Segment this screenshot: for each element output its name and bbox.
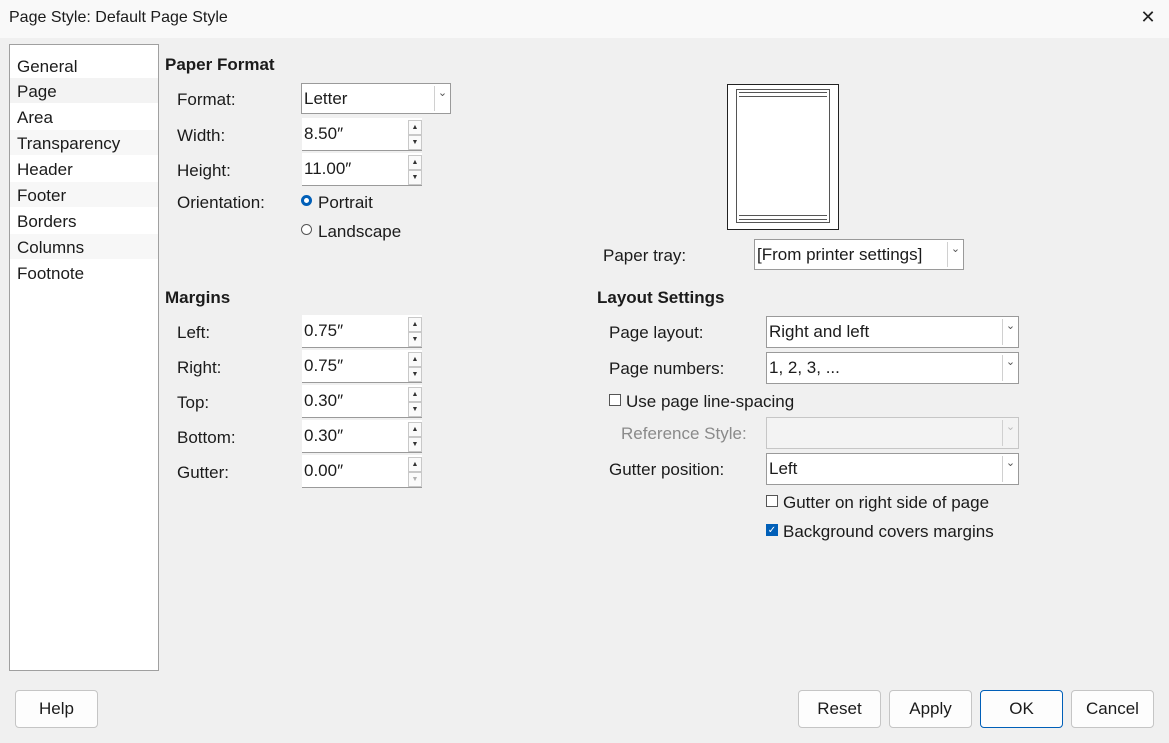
format-select[interactable]: Letter ⌄ — [301, 83, 451, 114]
help-button[interactable]: Help — [15, 690, 98, 728]
cancel-button[interactable]: Cancel — [1071, 690, 1154, 728]
page-layout-label: Page layout: — [609, 323, 704, 342]
spin-up-icon[interactable]: ▲ — [408, 422, 422, 437]
preview-margin-line — [739, 92, 827, 93]
format-label: Format: — [177, 90, 236, 109]
left-margin-value: 0.75″ — [304, 321, 344, 340]
chevron-down-icon[interactable]: ⌄ — [1002, 456, 1018, 482]
spin-up-icon[interactable]: ▲ — [408, 457, 422, 472]
width-spinfield[interactable]: 8.50″ ▲ ▼ — [302, 118, 422, 151]
window-title: Page Style: Default Page Style — [9, 9, 228, 26]
top-margin-spinfield[interactable]: 0.30″ ▲ ▼ — [302, 385, 422, 418]
spin-down-icon[interactable]: ▼ — [408, 170, 422, 185]
spin-down-icon[interactable]: ▼ — [408, 367, 422, 382]
chevron-down-icon[interactable]: ⌄ — [1002, 319, 1018, 345]
chevron-down-icon[interactable]: ⌄ — [434, 86, 450, 111]
format-value: Letter — [304, 89, 348, 108]
page-preview — [727, 84, 839, 230]
close-icon[interactable]: ✕ — [1139, 7, 1157, 27]
chevron-down-icon[interactable]: ⌄ — [1002, 355, 1018, 381]
sidebar-item-transparency[interactable]: Transparency — [10, 130, 158, 155]
sidebar-item-area[interactable]: Area — [10, 104, 158, 129]
apply-button[interactable]: Apply — [889, 690, 972, 728]
height-label: Height: — [177, 161, 231, 180]
spin-up-icon[interactable]: ▲ — [408, 120, 422, 135]
gutter-right-label[interactable]: Gutter on right side of page — [783, 493, 989, 513]
gutter-value: 0.00″ — [304, 461, 344, 480]
landscape-radio[interactable] — [301, 224, 312, 235]
orientation-label: Orientation: — [177, 193, 265, 212]
gutter-position-value: Left — [769, 459, 798, 478]
height-spinfield[interactable]: 11.00″ ▲ ▼ — [302, 153, 422, 186]
bottom-margin-value: 0.30″ — [304, 426, 344, 445]
sidebar-item-borders[interactable]: Borders — [10, 208, 158, 233]
chevron-down-icon: ⌄ — [1002, 420, 1018, 446]
right-margin-value: 0.75″ — [304, 356, 344, 375]
ok-button[interactable]: OK — [980, 690, 1063, 728]
spin-down-icon[interactable]: ▼ — [408, 402, 422, 417]
spin-down-icon[interactable]: ▼ — [408, 135, 422, 150]
bottom-margin-spinfield[interactable]: 0.30″ ▲ ▼ — [302, 420, 422, 453]
page-numbers-value: 1, 2, 3, ... — [769, 358, 840, 377]
left-margin-spinfield[interactable]: 0.75″ ▲ ▼ — [302, 315, 422, 348]
gutter-right-checkbox[interactable] — [766, 495, 778, 507]
portrait-radio[interactable] — [301, 195, 312, 206]
landscape-label[interactable]: Landscape — [318, 222, 401, 242]
spin-down-icon: ▼ — [408, 472, 422, 487]
sidebar-item-footnote[interactable]: Footnote — [10, 260, 158, 285]
gutter-position-label: Gutter position: — [609, 460, 725, 479]
layout-settings-heading: Layout Settings — [597, 288, 725, 307]
reference-style-select: ⌄ — [766, 417, 1019, 449]
preview-margin-line — [739, 96, 827, 97]
page-layout-value: Right and left — [769, 322, 870, 341]
width-label: Width: — [177, 126, 226, 145]
sidebar-item-columns[interactable]: Columns — [10, 234, 158, 259]
left-margin-label: Left: — [177, 323, 211, 342]
preview-margin-line — [739, 219, 827, 220]
background-covers-checkbox[interactable]: ✓ — [766, 524, 778, 536]
spin-up-icon[interactable]: ▲ — [408, 352, 422, 367]
spin-down-icon[interactable]: ▼ — [408, 437, 422, 452]
sidebar-item-footer[interactable]: Footer — [10, 182, 158, 207]
sidebar-item-page[interactable]: Page — [10, 78, 158, 103]
page-numbers-label: Page numbers: — [609, 359, 725, 378]
top-margin-value: 0.30″ — [304, 391, 344, 410]
portrait-label[interactable]: Portrait — [318, 193, 373, 213]
spin-up-icon[interactable]: ▲ — [408, 155, 422, 170]
paper-format-heading: Paper Format — [165, 55, 275, 74]
margins-heading: Margins — [165, 288, 231, 307]
reset-button[interactable]: Reset — [798, 690, 881, 728]
top-margin-label: Top: — [177, 393, 210, 412]
use-line-spacing-checkbox[interactable] — [609, 394, 621, 406]
page-numbers-select[interactable]: 1, 2, 3, ... ⌄ — [766, 352, 1019, 384]
right-margin-label: Right: — [177, 358, 222, 377]
reference-style-label: Reference Style: — [621, 424, 747, 443]
sidebar: General Page Area Transparency Header Fo… — [9, 44, 159, 671]
gutter-spinfield[interactable]: 0.00″ ▲ ▼ — [302, 455, 422, 488]
chevron-down-icon[interactable]: ⌄ — [947, 242, 963, 267]
paper-tray-label: Paper tray: — [603, 246, 687, 265]
height-value: 11.00″ — [304, 159, 352, 178]
preview-page-outline — [736, 89, 830, 223]
preview-margin-line — [739, 215, 827, 216]
background-covers-label[interactable]: Background covers margins — [783, 522, 994, 542]
sidebar-item-general[interactable]: General — [10, 53, 158, 78]
spin-up-icon[interactable]: ▲ — [408, 387, 422, 402]
gutter-position-select[interactable]: Left ⌄ — [766, 453, 1019, 485]
right-margin-spinfield[interactable]: 0.75″ ▲ ▼ — [302, 350, 422, 383]
bottom-margin-label: Bottom: — [177, 428, 236, 447]
use-line-spacing-label[interactable]: Use page line-spacing — [626, 392, 794, 412]
paper-tray-value: [From printer settings] — [757, 245, 923, 264]
paper-tray-select[interactable]: [From printer settings] ⌄ — [754, 239, 964, 270]
page-layout-select[interactable]: Right and left ⌄ — [766, 316, 1019, 348]
spin-down-icon[interactable]: ▼ — [408, 332, 422, 347]
spin-up-icon[interactable]: ▲ — [408, 317, 422, 332]
gutter-label: Gutter: — [177, 463, 229, 482]
sidebar-item-header[interactable]: Header — [10, 156, 158, 181]
width-value: 8.50″ — [304, 124, 344, 143]
